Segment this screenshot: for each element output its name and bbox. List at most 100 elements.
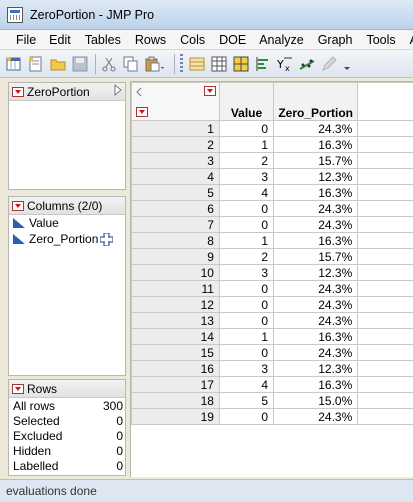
toolbar-overflow-icon[interactable] bbox=[343, 56, 351, 72]
collapse-arrow-icon[interactable] bbox=[114, 83, 122, 99]
cell-zero-portion[interactable]: 24.3% bbox=[273, 280, 359, 297]
cell-empty[interactable] bbox=[357, 136, 413, 153]
cell-empty[interactable] bbox=[357, 376, 413, 393]
row-number[interactable]: 3 bbox=[131, 152, 220, 169]
row-number[interactable]: 7 bbox=[131, 216, 220, 233]
cell-zero-portion[interactable]: 15.0% bbox=[273, 392, 359, 409]
new-data-table-icon[interactable] bbox=[6, 56, 22, 72]
cell-value[interactable]: 0 bbox=[218, 200, 275, 217]
table-row[interactable]: 7 0 24.3% bbox=[131, 216, 413, 233]
row-number[interactable]: 18 bbox=[131, 392, 220, 409]
distribution-grid-icon[interactable] bbox=[233, 56, 249, 72]
table-row[interactable]: 19 0 24.3% bbox=[131, 408, 413, 425]
row-number[interactable]: 6 bbox=[131, 200, 220, 217]
row-number[interactable]: 5 bbox=[131, 184, 220, 201]
cell-empty[interactable] bbox=[357, 120, 413, 137]
table-row[interactable]: 15 0 24.3% bbox=[131, 344, 413, 361]
cell-value[interactable]: 0 bbox=[218, 216, 275, 233]
cell-empty[interactable] bbox=[357, 392, 413, 409]
menu-doe[interactable]: DOE bbox=[219, 33, 246, 47]
row-number[interactable]: 17 bbox=[131, 376, 220, 393]
cell-value[interactable]: 4 bbox=[218, 184, 275, 201]
cell-value[interactable]: 1 bbox=[218, 328, 275, 345]
cell-empty[interactable] bbox=[357, 248, 413, 265]
table-row[interactable]: 2 1 16.3% bbox=[131, 136, 413, 153]
cell-empty[interactable] bbox=[357, 408, 413, 425]
rows-stat-row[interactable]: Excluded 0 bbox=[9, 428, 125, 443]
column-item-zero-portion[interactable]: Zero_Portion bbox=[9, 231, 125, 247]
rows-stat-row[interactable]: Selected 0 bbox=[9, 413, 125, 428]
row-number[interactable]: 15 bbox=[131, 344, 220, 361]
cell-zero-portion[interactable]: 24.3% bbox=[273, 408, 359, 425]
columns-panel-header[interactable]: Columns (2/0) bbox=[9, 197, 125, 215]
table-row[interactable]: 16 3 12.3% bbox=[131, 360, 413, 377]
red-triangle-menu-icon[interactable] bbox=[12, 86, 24, 97]
row-number[interactable]: 10 bbox=[131, 264, 220, 281]
table-row[interactable]: 5 4 16.3% bbox=[131, 184, 413, 201]
row-number[interactable]: 8 bbox=[131, 232, 220, 249]
cell-empty[interactable] bbox=[357, 184, 413, 201]
cell-zero-portion[interactable]: 24.3% bbox=[273, 120, 359, 137]
cell-zero-portion[interactable]: 24.3% bbox=[273, 200, 359, 217]
cell-zero-portion[interactable]: 16.3% bbox=[273, 184, 359, 201]
save-icon[interactable] bbox=[72, 56, 88, 72]
cell-value[interactable]: 0 bbox=[218, 408, 275, 425]
new-script-icon[interactable] bbox=[28, 56, 44, 72]
table-row[interactable]: 9 2 15.7% bbox=[131, 248, 413, 265]
row-number[interactable]: 19 bbox=[131, 408, 220, 425]
bar-chart-icon[interactable] bbox=[255, 56, 271, 72]
cell-zero-portion[interactable]: 12.3% bbox=[273, 168, 359, 185]
cell-zero-portion[interactable]: 24.3% bbox=[273, 344, 359, 361]
cell-value[interactable]: 1 bbox=[218, 232, 275, 249]
rows-stat-row[interactable]: Hidden 0 bbox=[9, 443, 125, 458]
row-number[interactable]: 4 bbox=[131, 168, 220, 185]
grid-corner[interactable] bbox=[131, 82, 220, 121]
cell-value[interactable]: 0 bbox=[218, 296, 275, 313]
column-header-zero-portion[interactable]: Zero_Portion bbox=[273, 82, 359, 121]
menu-add-ins[interactable]: Ad bbox=[410, 33, 413, 47]
cell-empty[interactable] bbox=[357, 264, 413, 281]
red-triangle-menu-icon[interactable] bbox=[204, 86, 216, 96]
table-row[interactable]: 6 0 24.3% bbox=[131, 200, 413, 217]
menu-analyze[interactable]: Analyze bbox=[259, 33, 303, 47]
cell-value[interactable]: 3 bbox=[218, 168, 275, 185]
table-row[interactable]: 13 0 24.3% bbox=[131, 312, 413, 329]
cell-zero-portion[interactable]: 15.7% bbox=[273, 152, 359, 169]
cut-icon[interactable] bbox=[101, 56, 117, 72]
menu-file[interactable]: File bbox=[16, 33, 36, 47]
cell-empty[interactable] bbox=[357, 232, 413, 249]
table-row[interactable]: 1 0 24.3% bbox=[131, 120, 413, 137]
cell-zero-portion[interactable]: 16.3% bbox=[273, 376, 359, 393]
empty-column-header[interactable] bbox=[357, 82, 413, 121]
cell-zero-portion[interactable]: 12.3% bbox=[273, 264, 359, 281]
cell-empty[interactable] bbox=[357, 344, 413, 361]
row-number[interactable]: 9 bbox=[131, 248, 220, 265]
table-row[interactable]: 4 3 12.3% bbox=[131, 168, 413, 185]
menu-rows[interactable]: Rows bbox=[135, 33, 166, 47]
edit-disabled-icon[interactable] bbox=[321, 55, 337, 72]
row-number[interactable]: 12 bbox=[131, 296, 220, 313]
cell-empty[interactable] bbox=[357, 360, 413, 377]
row-number[interactable]: 1 bbox=[131, 120, 220, 137]
cell-value[interactable]: 2 bbox=[218, 248, 275, 265]
cell-value[interactable]: 3 bbox=[218, 264, 275, 281]
cell-zero-portion[interactable]: 24.3% bbox=[273, 312, 359, 329]
row-number[interactable]: 13 bbox=[131, 312, 220, 329]
panel-toggle-icon[interactable] bbox=[136, 86, 142, 100]
cell-zero-portion[interactable]: 24.3% bbox=[273, 296, 359, 313]
cell-empty[interactable] bbox=[357, 168, 413, 185]
menu-tables[interactable]: Tables bbox=[85, 33, 121, 47]
table-row[interactable]: 18 5 15.0% bbox=[131, 392, 413, 409]
copy-icon[interactable] bbox=[123, 56, 139, 72]
row-number[interactable]: 16 bbox=[131, 360, 220, 377]
menu-graph[interactable]: Graph bbox=[318, 33, 353, 47]
cell-empty[interactable] bbox=[357, 296, 413, 313]
row-number[interactable]: 14 bbox=[131, 328, 220, 345]
fit-y-by-x-icon[interactable]: Yx bbox=[276, 56, 293, 73]
cell-empty[interactable] bbox=[357, 216, 413, 233]
cell-value[interactable]: 0 bbox=[218, 312, 275, 329]
open-folder-icon[interactable] bbox=[50, 56, 66, 72]
menu-tools[interactable]: Tools bbox=[366, 33, 395, 47]
paste-icon[interactable] bbox=[145, 56, 167, 72]
cell-zero-portion[interactable]: 24.3% bbox=[273, 216, 359, 233]
